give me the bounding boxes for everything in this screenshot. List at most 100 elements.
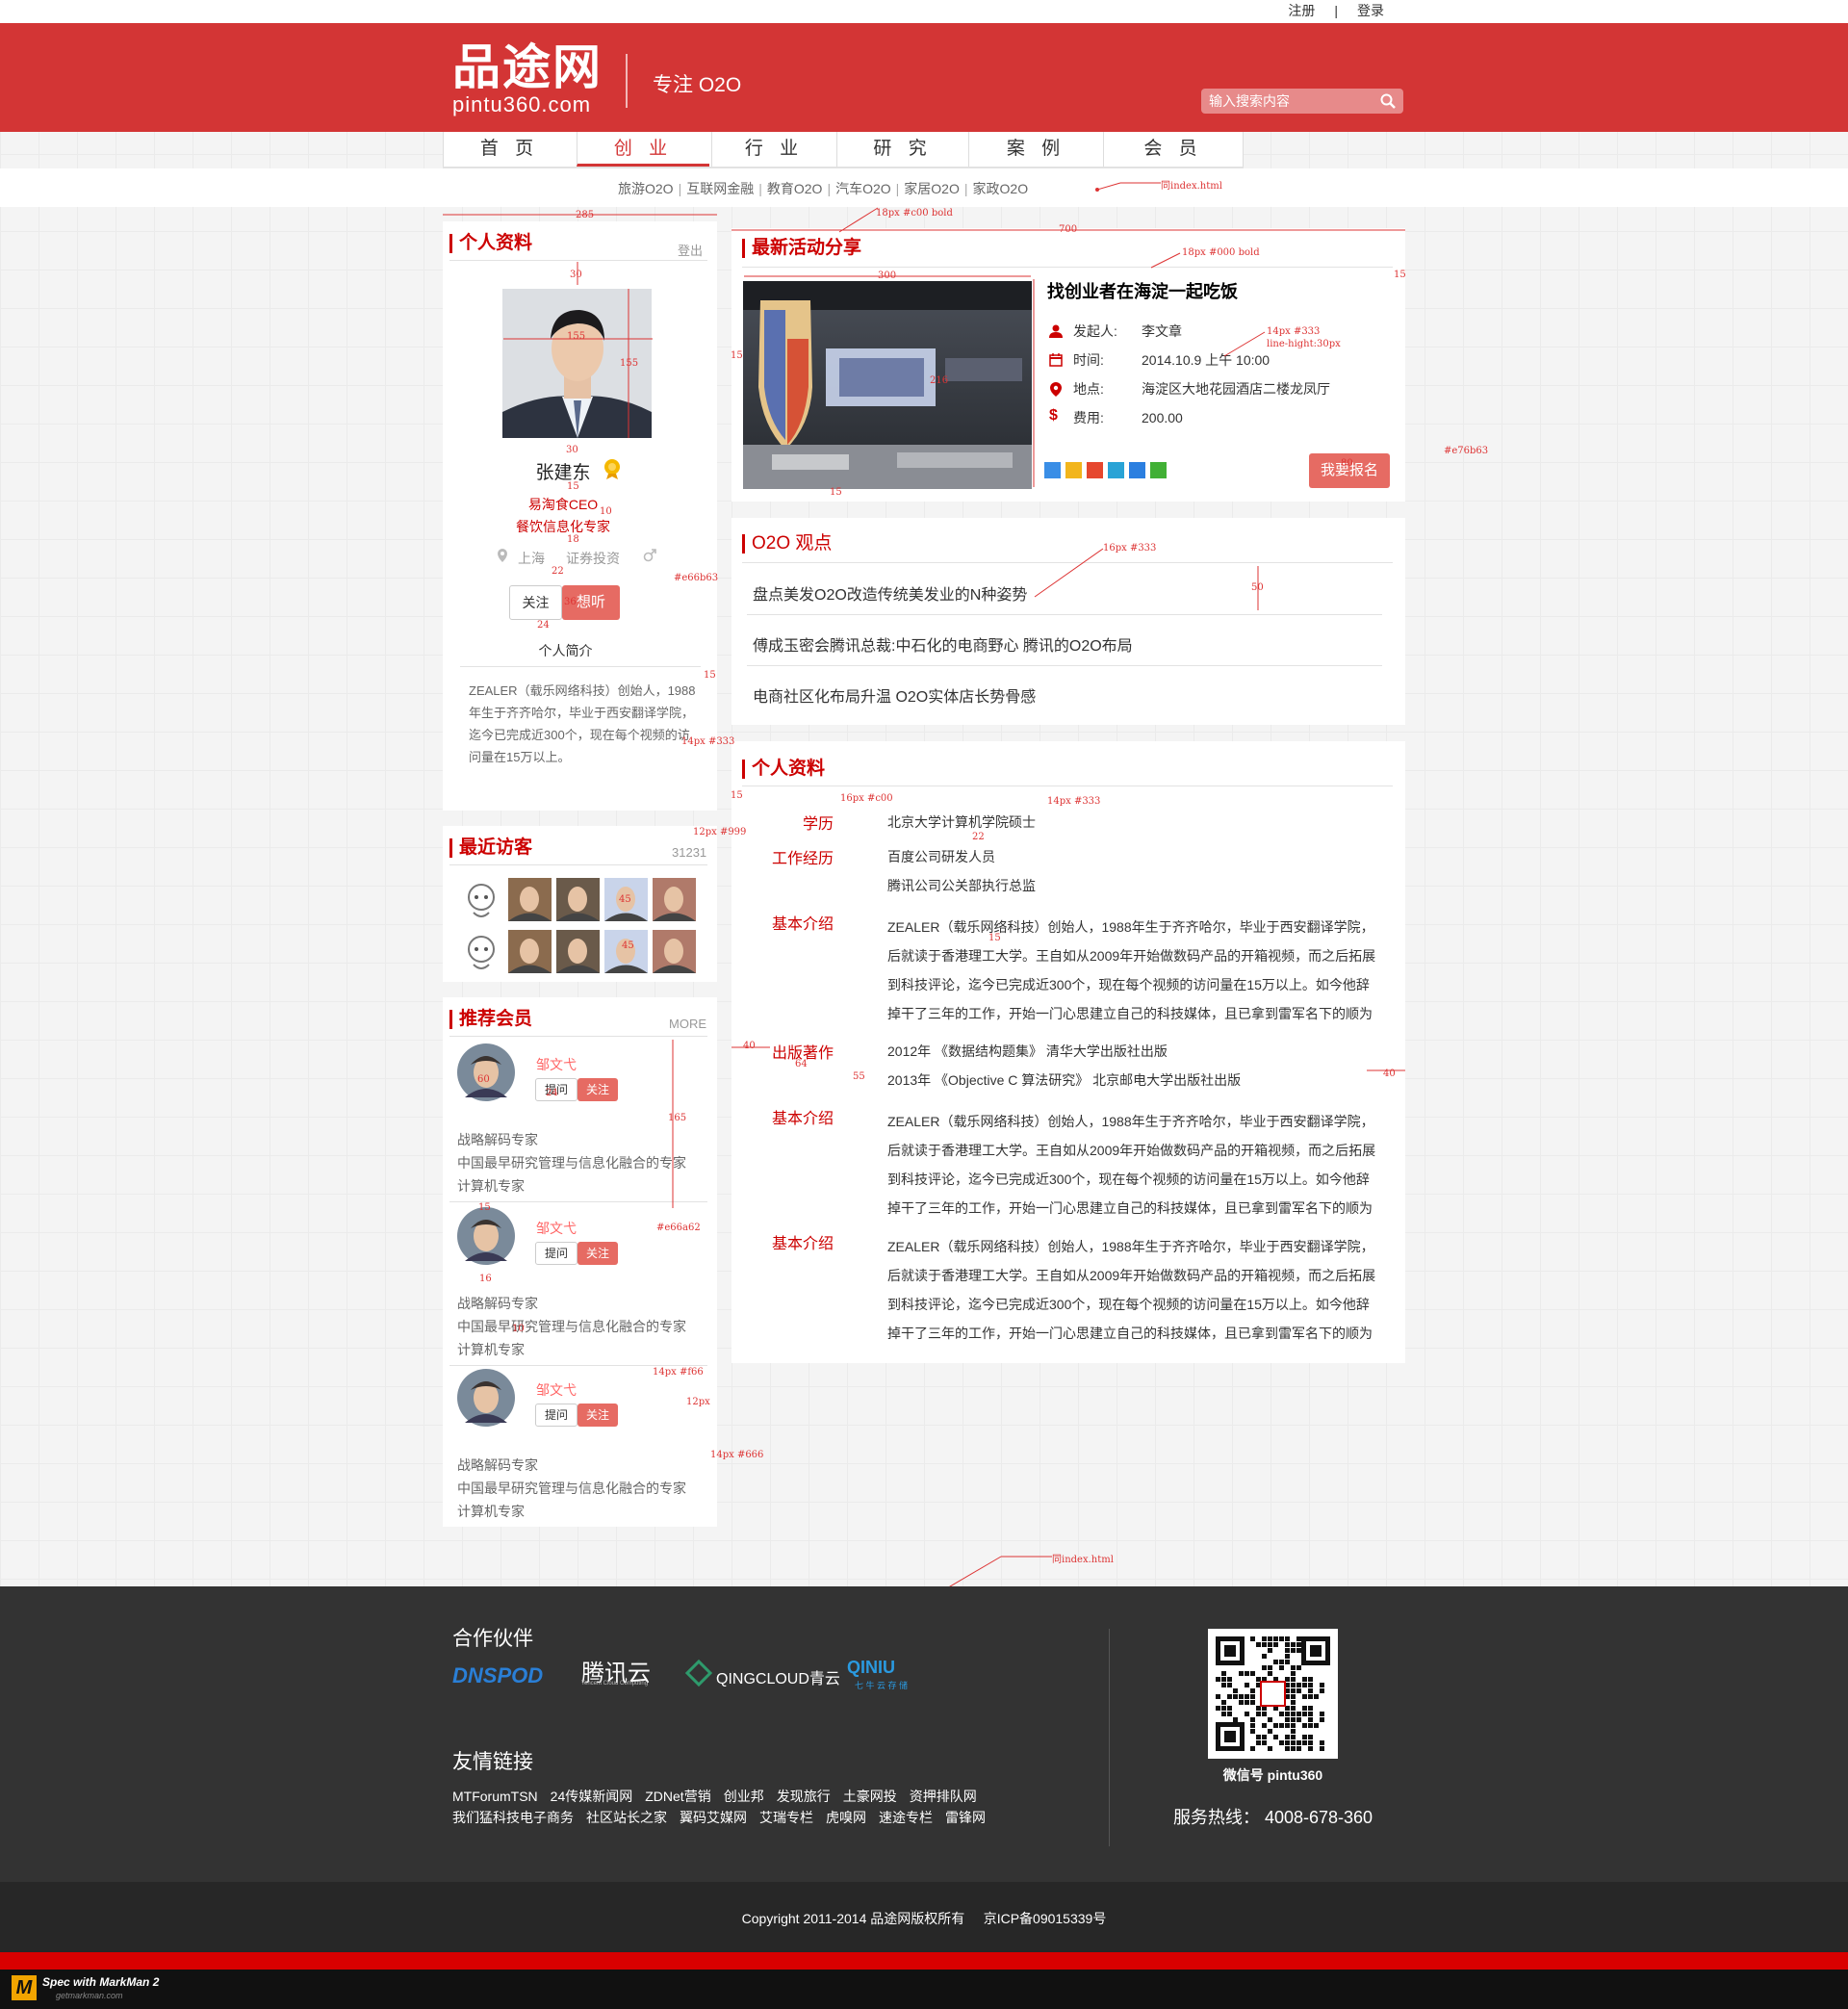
nav-startup[interactable]: 创 业: [577, 132, 709, 167]
friend-link[interactable]: 创业邦: [724, 1789, 764, 1804]
search-icon[interactable]: [1380, 93, 1396, 109]
register-link[interactable]: 注册: [1288, 3, 1315, 18]
publication-2: 2013年 《Objective C 算法研究》 北京邮电大学出版社出版: [887, 1072, 1242, 1088]
spec-width-700: 700: [1059, 224, 1078, 235]
member-avatar[interactable]: [457, 1369, 515, 1427]
visitor-avatar[interactable]: [460, 878, 503, 921]
visitor-avatar[interactable]: [653, 930, 696, 973]
visitor-avatar[interactable]: [556, 878, 600, 921]
friend-link[interactable]: 土豪网投: [843, 1789, 897, 1804]
share-qzone-icon[interactable]: [1065, 462, 1082, 478]
member-follow-button[interactable]: 关注: [578, 1078, 618, 1101]
friend-link[interactable]: 翼码艾媒网: [680, 1810, 747, 1825]
o2o-item-1[interactable]: 盘点美发O2O改造传统美发业的N种姿势: [753, 581, 1027, 605]
member-name[interactable]: 邹文弋: [536, 1380, 577, 1400]
friend-link[interactable]: 发现旅行: [777, 1789, 831, 1804]
share-plus-icon[interactable]: [1044, 462, 1061, 478]
logo[interactable]: 品途网 pintu360.com: [452, 42, 603, 117]
profile-field: 证券投资: [566, 551, 620, 566]
friend-link[interactable]: 艾瑞专栏: [759, 1810, 813, 1825]
spec-gap: 15: [1394, 270, 1406, 280]
visitor-avatar[interactable]: [556, 930, 600, 973]
partner-qiniu-sub: 七 牛 云 存 储: [855, 1681, 909, 1690]
member-name[interactable]: 邹文弋: [536, 1219, 577, 1238]
spec-font: 14px #f66: [653, 1367, 704, 1378]
member-follow-button[interactable]: 关注: [578, 1404, 618, 1427]
male-icon: [643, 549, 656, 562]
spec-size: 55: [853, 1071, 865, 1082]
nav-industry[interactable]: 行 业: [711, 132, 836, 167]
work-value-2: 腾讯公司公关部执行总监: [887, 878, 1036, 893]
education-value: 北京大学计算机学院硕士: [887, 814, 1036, 830]
label-time: 时间:: [1073, 352, 1104, 368]
subnav-housekeeping[interactable]: 家政O2O: [973, 181, 1029, 196]
o2o-card: O2O 观点 盘点美发O2O改造传统美发业的N种姿势 傅成玉密会腾讯总裁:中石化…: [732, 518, 1405, 725]
member-avatar[interactable]: [457, 1043, 515, 1101]
value-fee: 200.00: [1142, 410, 1183, 425]
nav-cases[interactable]: 案 例: [968, 132, 1103, 167]
friend-link[interactable]: 24传媒新闻网: [551, 1789, 633, 1804]
spec-size: 155: [620, 358, 639, 369]
follow-button[interactable]: 关注: [509, 585, 562, 620]
ask-button[interactable]: 提问: [535, 1242, 578, 1265]
member-follow-button[interactable]: 关注: [578, 1242, 618, 1265]
spec-size: 64: [795, 1059, 808, 1069]
subnav-education[interactable]: 教育O2O: [767, 181, 823, 196]
partner-dnspod[interactable]: DNSPOD: [452, 1663, 543, 1688]
friend-links-row-1: MTForumTSN 24传媒新闻网 ZDNet营销 创业邦 发现旅行 土豪网投 资押排队网: [452, 1786, 989, 1807]
links-title: 友情链接: [452, 1751, 533, 1773]
friend-link[interactable]: ZDNet营销: [645, 1789, 710, 1804]
partner-qiniu[interactable]: QINIU: [847, 1658, 895, 1678]
share-wechat-icon[interactable]: [1150, 462, 1167, 478]
top-bar: [0, 0, 1848, 23]
map-pin-icon: [1050, 382, 1062, 397]
visitor-avatar[interactable]: [653, 878, 696, 921]
o2o-item-2[interactable]: 傅成玉密会腾讯总裁:中石化的电商野心 腾讯的O2O布局: [753, 632, 1133, 656]
spec-arrow: [1095, 182, 1161, 192]
o2o-item-3[interactable]: 电商社区化布局升温 O2O实体店长势骨感: [753, 683, 1036, 707]
logo-en: pintu360.com: [452, 92, 592, 116]
basic-text-2: ZEALER（载乐网络科技）创始人，1988年生于齐齐哈尔，毕业于西安翻译学院，…: [887, 1114, 1376, 1216]
subnav-auto[interactable]: 汽车O2O: [835, 181, 891, 196]
login-link[interactable]: 登录: [1357, 3, 1384, 18]
member-avatar[interactable]: [457, 1207, 515, 1265]
friend-link[interactable]: 雷锋网: [945, 1810, 986, 1825]
friend-link[interactable]: 我们猛科技电子商务: [452, 1810, 574, 1825]
visitor-avatar[interactable]: [604, 930, 648, 973]
more-link[interactable]: MORE: [669, 1017, 706, 1031]
spec-font: 18px #c00 bold: [876, 208, 953, 219]
work-value-1: 百度公司研发人员: [887, 849, 995, 864]
subnav-finance[interactable]: 互联网金融: [686, 181, 754, 196]
friend-link[interactable]: 速途专栏: [879, 1810, 933, 1825]
friend-link[interactable]: MTForumTSN: [452, 1789, 538, 1804]
logout-link[interactable]: 登出: [678, 241, 703, 259]
slogan: 专注 O2O: [653, 74, 742, 96]
subnav-home[interactable]: 家居O2O: [904, 181, 960, 196]
logo-divider: [626, 54, 628, 108]
profile-role2: 餐饮信息化专家: [516, 519, 610, 534]
spec-gap: 22: [972, 832, 985, 842]
visitor-avatar[interactable]: [460, 930, 503, 973]
visitor-avatar[interactable]: [508, 930, 552, 973]
friend-link[interactable]: 资押排队网: [910, 1789, 977, 1804]
visitor-avatar[interactable]: [508, 878, 552, 921]
friend-link[interactable]: 社区站长之家: [586, 1810, 667, 1825]
wechat-label: 微信号 pintu360: [1222, 1767, 1323, 1783]
partner-qingcloud[interactable]: QINGCLOUD青云: [716, 1665, 840, 1688]
medal-icon: [604, 459, 620, 479]
nav-home[interactable]: 首 页: [443, 132, 576, 167]
spec-size: 36: [564, 597, 577, 607]
share-renren-icon[interactable]: [1129, 462, 1145, 478]
partners-title: 合作伙伴: [452, 1628, 533, 1650]
share-weibo-icon[interactable]: [1087, 462, 1103, 478]
nav-members[interactable]: 会 员: [1103, 132, 1244, 167]
ask-button[interactable]: 提问: [535, 1404, 578, 1427]
search-input[interactable]: [1201, 89, 1374, 114]
share-tencent-icon[interactable]: [1108, 462, 1124, 478]
member-desc: 战略解码专家 中国最早研究管理与信息化融合的专家 计算机专家: [457, 1132, 686, 1194]
nav-research[interactable]: 研 究: [836, 132, 968, 167]
friend-link[interactable]: 虎嗅网: [826, 1810, 866, 1825]
spec-font: 14px #666: [710, 1450, 764, 1460]
subnav-travel[interactable]: 旅游O2O: [618, 181, 674, 196]
member-name[interactable]: 邹文弋: [536, 1055, 577, 1074]
